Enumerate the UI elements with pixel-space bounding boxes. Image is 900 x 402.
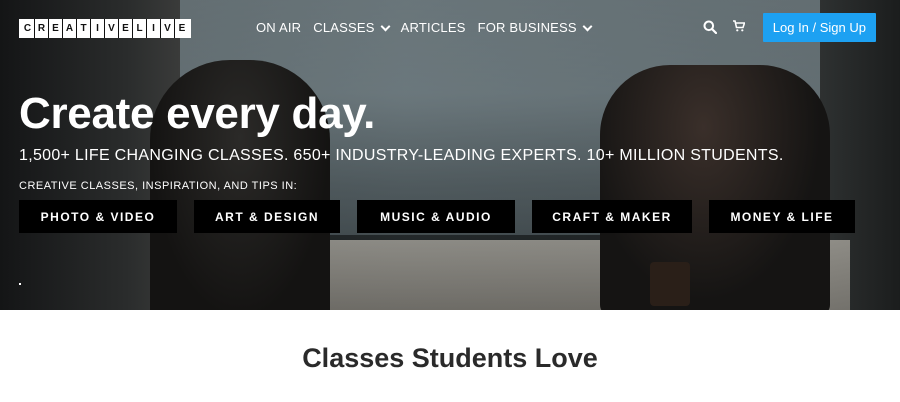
- login-signup-button[interactable]: Log In / Sign Up: [762, 13, 876, 42]
- nav-item-label: FOR BUSINESS: [477, 20, 577, 35]
- search-icon[interactable]: [703, 20, 719, 36]
- logo-letter: A: [63, 19, 77, 38]
- nav-item-label: ON AIR: [256, 20, 302, 35]
- logo-letter: E: [178, 23, 186, 34]
- logo-letter: R: [35, 19, 49, 38]
- nav-item-label: ARTICLES: [400, 20, 466, 35]
- nav-item-classes[interactable]: CLASSES: [313, 19, 391, 37]
- chevron-down-icon: [582, 21, 593, 31]
- chevron-down-icon: [380, 21, 391, 31]
- category-money-life-button[interactable]: MONEY & LIFE: [709, 200, 855, 233]
- hero-subtitle: 1,500+ LIFE CHANGING CLASSES. 650+ INDUS…: [19, 147, 784, 164]
- category-label: ART & DESIGN: [214, 209, 319, 224]
- hero-tips-label: CREATIVE CLASSES, INSPIRATION, AND TIPS …: [19, 180, 298, 192]
- logo-letter: E: [49, 19, 63, 38]
- category-label: MUSIC & AUDIO: [380, 209, 492, 224]
- nav-links: ON AIR CLASSES ARTICLES FOR BUSINESS: [256, 19, 593, 37]
- hero-photo-person-right: [600, 65, 830, 310]
- nav-item-on-air[interactable]: ON AIR: [256, 19, 301, 37]
- nav-item-label: CLASSES: [313, 20, 375, 35]
- logo-letter: V: [105, 19, 119, 38]
- logo-letter: L: [133, 19, 147, 38]
- logo-letter: T: [77, 19, 91, 38]
- category-craft-maker-button[interactable]: CRAFT & MAKER: [532, 200, 692, 233]
- nav-item-articles[interactable]: ARTICLES: [401, 19, 466, 37]
- logo-letter: V: [161, 19, 175, 38]
- classes-section: Classes Students Love: [0, 310, 900, 402]
- cart-icon[interactable]: [732, 19, 749, 36]
- nav-right: Log In / Sign Up: [703, 13, 876, 42]
- section-title: Classes Students Love: [302, 343, 598, 373]
- top-nav: C R E A T I V E L I V E ON AIR CLASSES A…: [0, 0, 900, 56]
- hero-title: Create every day.: [19, 89, 376, 138]
- category-art-design-button[interactable]: ART & DESIGN: [194, 200, 340, 233]
- carousel-indicator-dot[interactable]: [19, 283, 21, 285]
- nav-item-for-business[interactable]: FOR BUSINESS: [477, 19, 593, 37]
- hero-photo-cup: [650, 262, 690, 306]
- category-label: MONEY & LIFE: [730, 209, 834, 224]
- login-signup-label: Log In / Sign Up: [772, 20, 866, 35]
- category-label: CRAFT & MAKER: [552, 209, 672, 224]
- logo-letter: E: [119, 19, 133, 38]
- creativelive-logo[interactable]: C R E A T I V E L I V E: [19, 19, 191, 38]
- logo-letter: I: [91, 19, 105, 38]
- logo-letter: I: [147, 19, 161, 38]
- hero-banner: C R E A T I V E L I V E ON AIR CLASSES A…: [0, 0, 900, 310]
- category-label: PHOTO & VIDEO: [40, 209, 156, 224]
- category-photo-video-button[interactable]: PHOTO & VIDEO: [19, 200, 177, 233]
- logo-letter: C: [21, 19, 35, 38]
- category-music-audio-button[interactable]: MUSIC & AUDIO: [357, 200, 515, 233]
- category-buttons: PHOTO & VIDEO ART & DESIGN MUSIC & AUDIO…: [19, 200, 855, 233]
